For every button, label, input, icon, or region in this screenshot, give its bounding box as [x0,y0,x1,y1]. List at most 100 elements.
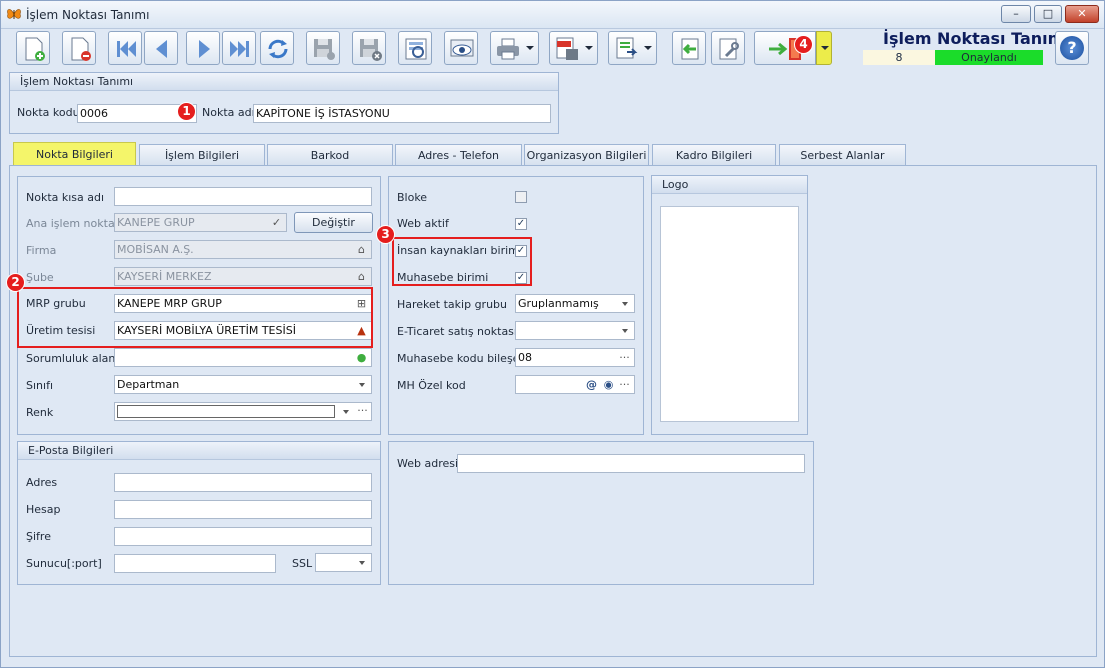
first-record-button[interactable] [108,31,142,65]
last-icon [230,41,249,57]
close-button[interactable]: ✕ [1065,5,1099,23]
tracking-group-select[interactable]: Gruplanmamış [515,294,635,313]
first-icon [117,41,136,57]
bank-icon: ⌂ [358,243,365,256]
minimize-button[interactable]: – [1001,5,1031,23]
app-window: İşlem Noktası Tanımı – □ ✕ İşlem Noktası… [0,0,1105,668]
email-account-label: Hesap [26,503,61,516]
refresh-button[interactable] [260,31,294,65]
next-record-button[interactable] [186,31,220,65]
form-title: İşlem Noktası Tanımı [883,29,1070,48]
chevron-down-icon [359,383,365,387]
view-icon[interactable]: ◉ [602,378,615,391]
new-icon [25,37,45,61]
at-icon[interactable]: @ [585,378,598,391]
company-label: Firma [26,244,57,257]
logo-title: Logo [652,176,807,194]
refresh-icon [268,39,288,59]
tracking-group-value: Gruplanmamış [518,297,599,310]
last-record-button[interactable] [222,31,256,65]
web-address-label: Web adresi [397,457,459,470]
next-icon [199,40,210,58]
pdf-export-icon [556,37,578,60]
save-close-icon [360,39,382,61]
save-button[interactable] [306,31,340,65]
mh-code-input[interactable]: @ ◉ ··· [515,375,635,394]
more-icon[interactable]: ··· [618,351,631,364]
back-button[interactable] [672,31,706,65]
web-address-input[interactable] [457,454,805,473]
email-account-input[interactable] [114,500,372,519]
color-swatch [117,405,335,418]
color-label: Renk [26,406,54,419]
class-label: Sınıfı [26,379,53,392]
chevron-down-icon [622,302,628,306]
tab-islem-bilgileri[interactable]: İşlem Bilgileri [139,144,265,165]
callout-badge-3: 3 [376,225,395,244]
change-button[interactable]: Değiştir [294,212,373,233]
accounting-code-value: 08 [518,351,532,364]
double-check-icon: ✓ [271,216,282,229]
tab-serbest-alanlar[interactable]: Serbest Alanlar [779,144,906,165]
web-active-checkbox[interactable]: ✓ [515,218,527,230]
tab-barkod[interactable]: Barkod [267,144,393,165]
main-point-label: Ana işlem noktası [26,217,124,230]
chevron-down-icon[interactable] [343,410,349,414]
tab-adres-telefon[interactable]: Adres - Telefon [395,144,522,165]
responsibility-label: Sorumluluk alanı [26,352,119,365]
tab-nokta-bilgileri[interactable]: Nokta Bilgileri [13,142,136,165]
block-checkbox[interactable] [515,191,527,203]
chevron-down-icon [359,561,365,565]
accounting-code-label: Muhasebe kodu bileşeni [397,352,530,365]
ssl-select[interactable] [315,553,372,572]
logo-image-box[interactable] [660,206,799,422]
maximize-button[interactable]: □ [1034,5,1062,23]
pdf-export-button[interactable] [549,31,598,65]
users-icon[interactable]: ● [355,351,368,364]
web-active-label: Web aktif [397,217,449,230]
delete-icon [71,37,91,61]
class-select[interactable]: Departman [114,375,372,394]
email-title: E-Posta Bilgileri [18,442,380,460]
tools-button[interactable] [711,31,745,65]
window-title: İşlem Noktası Tanımı [26,8,150,22]
chevron-down-icon [622,329,628,333]
branch-input: KAYSERİ MERKEZ ⌂ [114,267,372,286]
previous-record-button[interactable] [144,31,178,65]
branch-value: KAYSERİ MERKEZ [117,270,212,283]
save-close-button[interactable] [352,31,386,65]
email-password-label: Şifre [26,530,51,543]
accounting-code-input[interactable]: 08 ··· [515,348,635,367]
new-button[interactable] [16,31,50,65]
email-server-input[interactable] [114,554,276,573]
previous-icon [156,40,167,58]
help-button[interactable]: ? [1055,31,1089,65]
short-name-input[interactable] [114,187,372,206]
responsibility-input[interactable]: ● [114,348,372,367]
ecommerce-select[interactable] [515,321,635,340]
short-name-label: Nokta kısa adı [26,191,105,204]
help-icon: ? [1060,36,1084,60]
more-icon[interactable]: ··· [618,378,631,391]
highlight-mrp-facility [17,287,373,348]
title-bar: İşlem Noktası Tanımı – □ ✕ [1,1,1104,29]
email-address-input[interactable] [114,473,372,492]
delete-button[interactable] [62,31,96,65]
email-password-input[interactable] [114,527,372,546]
ssl-label: SSL [292,557,313,570]
preview-button[interactable] [398,31,432,65]
tab-kadro-bilgileri[interactable]: Kadro Bilgileri [652,144,776,165]
color-picker[interactable]: ··· [114,402,372,421]
name-input[interactable]: KAPİTONE İŞ İSTASYONU [253,104,551,123]
tab-organizasyon-bilgileri[interactable]: Organizasyon Bilgileri [524,144,649,165]
export-button[interactable] [608,31,657,65]
email-address-label: Adres [26,476,58,489]
print-button[interactable] [490,31,539,65]
view-button[interactable] [444,31,478,65]
branch-label: Şube [26,271,54,284]
exit-dropdown-button[interactable] [816,31,832,65]
block-label: Bloke [397,191,428,204]
export-icon [616,37,638,59]
callout-badge-1: 1 [177,102,196,121]
more-icon[interactable]: ··· [356,404,369,417]
